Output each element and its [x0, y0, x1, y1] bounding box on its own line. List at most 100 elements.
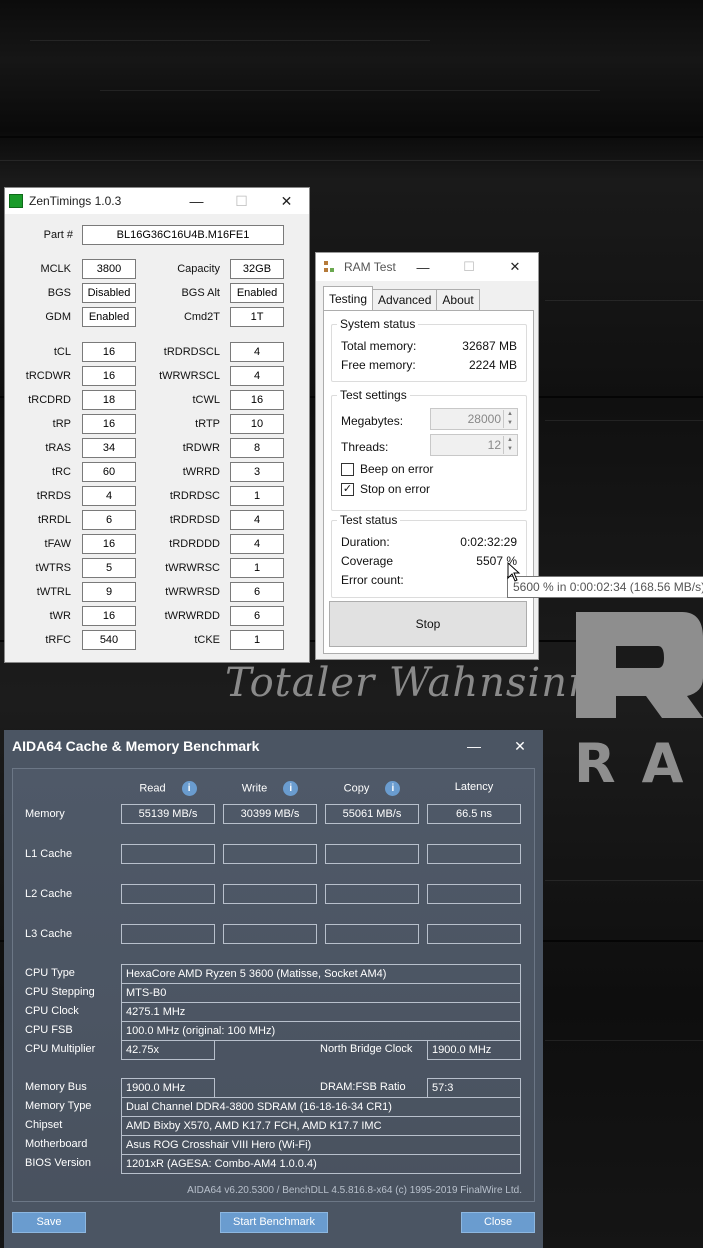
- tab-advanced[interactable]: Advanced: [372, 289, 438, 310]
- timing-value-right[interactable]: 16: [230, 390, 284, 410]
- result-cell: [223, 884, 317, 904]
- minimize-button[interactable]: —: [451, 730, 497, 762]
- timing-value-left[interactable]: 6: [82, 510, 136, 530]
- timing-value-left[interactable]: 9: [82, 582, 136, 602]
- timing-label-left: tRC: [52, 466, 71, 478]
- duration-value: 0:02:32:29: [460, 535, 517, 549]
- result-cell: [325, 924, 419, 944]
- timing-value-left[interactable]: 16: [82, 366, 136, 386]
- timing-value-right[interactable]: 4: [230, 510, 284, 530]
- setting-value-left[interactable]: Enabled: [82, 307, 136, 327]
- spinner-arrows-icon[interactable]: ▲ ▼: [503, 410, 516, 428]
- tab-about[interactable]: About: [436, 289, 480, 310]
- timing-label-left: tRCDWR: [25, 370, 71, 382]
- column-header-read: Read i: [121, 781, 215, 796]
- timing-label-right: tRDRDSC: [169, 490, 220, 502]
- close-button[interactable]: ✕: [492, 253, 538, 281]
- background-wood-grain: [545, 420, 703, 421]
- ramtest-titlebar[interactable]: RAM Test — ☐ ✕: [316, 253, 538, 281]
- brand-logo-letters: RA: [574, 732, 703, 795]
- timing-value-left[interactable]: 18: [82, 390, 136, 410]
- save-button[interactable]: Save: [12, 1212, 86, 1233]
- timing-value-left[interactable]: 34: [82, 438, 136, 458]
- chipset-value: AMD Bixby X570, AMD K17.7 FCH, AMD K17.7…: [121, 1116, 521, 1136]
- watermark-text: Totaler Wahnsinn: [225, 660, 595, 706]
- timing-label-left: tRP: [52, 418, 71, 430]
- timing-value-right[interactable]: 4: [230, 342, 284, 362]
- timing-value-left[interactable]: 60: [82, 462, 136, 482]
- stop-on-error-checkbox[interactable]: ✓: [341, 482, 354, 496]
- timing-value-right[interactable]: 6: [230, 582, 284, 602]
- bios-version-value: 1201xR (AGESA: Combo-AM4 1.0.0.4): [121, 1154, 521, 1174]
- cpu-clock-value: 4275.1 MHz: [121, 1002, 521, 1022]
- close-button[interactable]: ✕: [497, 730, 543, 762]
- start-benchmark-button[interactable]: Start Benchmark: [220, 1212, 328, 1233]
- background-wood-grain: [0, 160, 703, 161]
- column-header-write: Write i: [223, 781, 317, 796]
- megabytes-spinner[interactable]: 28000 ▲ ▼: [430, 408, 518, 430]
- background-wood-grain: [545, 1040, 703, 1041]
- background-plank-line: [0, 136, 703, 138]
- error-count-label: Error count:: [341, 573, 404, 587]
- timing-value-right[interactable]: 6: [230, 606, 284, 626]
- timing-value-right[interactable]: 4: [230, 534, 284, 554]
- cpu-type-label: CPU Type: [25, 967, 75, 979]
- timing-value-right[interactable]: 3: [230, 462, 284, 482]
- cpu-clock-label: CPU Clock: [25, 1005, 79, 1017]
- timing-value-right[interactable]: 10: [230, 414, 284, 434]
- info-icon[interactable]: i: [385, 781, 401, 796]
- timing-value-left[interactable]: 4: [82, 486, 136, 506]
- coverage-row: Coverage 5507 %: [341, 554, 517, 568]
- minimize-button[interactable]: —: [174, 188, 219, 214]
- info-icon[interactable]: i: [283, 781, 299, 796]
- system-status-group: System status Total memory: 32687 MB Fre…: [331, 317, 527, 382]
- timing-label-right: tRDRDSD: [169, 514, 220, 526]
- threads-spinner[interactable]: 12 ▲ ▼: [430, 434, 518, 456]
- motherboard-value: Asus ROG Crosshair VIII Hero (Wi-Fi): [121, 1135, 521, 1155]
- ramtest-window: RAM Test — ☐ ✕ Testing Advanced About Sy…: [315, 252, 539, 660]
- north-bridge-clock-value: 1900.0 MHz: [427, 1040, 521, 1060]
- brand-logo: [576, 612, 703, 718]
- aida64-titlebar[interactable]: AIDA64 Cache & Memory Benchmark — ✕: [4, 730, 543, 762]
- close-button[interactable]: ✕: [264, 188, 309, 214]
- timing-label-right: tWRWRSD: [165, 586, 220, 598]
- setting-value-left[interactable]: 3800: [82, 259, 136, 279]
- timing-value-right[interactable]: 1: [230, 558, 284, 578]
- result-cell: 66.5 ns: [427, 804, 521, 824]
- threads-value: 12: [487, 438, 501, 452]
- timing-value-left[interactable]: 5: [82, 558, 136, 578]
- free-memory-row: Free memory: 2224 MB: [341, 358, 517, 372]
- beep-on-error-option[interactable]: Beep on error: [341, 462, 433, 476]
- spinner-arrows-icon[interactable]: ▲ ▼: [503, 436, 516, 454]
- timing-value-right[interactable]: 1: [230, 486, 284, 506]
- result-cell: 55061 MB/s: [325, 804, 419, 824]
- setting-value-left[interactable]: Disabled: [82, 283, 136, 303]
- timing-value-left[interactable]: 16: [82, 342, 136, 362]
- stop-button[interactable]: Stop: [329, 601, 527, 647]
- close-window-button[interactable]: Close: [461, 1212, 535, 1233]
- timing-label-left: tCL: [53, 346, 71, 358]
- timing-value-left[interactable]: 16: [82, 534, 136, 554]
- megabytes-label: Megabytes:: [341, 414, 404, 428]
- timing-value-left[interactable]: 540: [82, 630, 136, 650]
- group-title: Test settings: [337, 388, 410, 402]
- setting-value-right[interactable]: 32GB: [230, 259, 284, 279]
- motherboard-label: Motherboard: [25, 1138, 88, 1150]
- result-cell: 55139 MB/s: [121, 804, 215, 824]
- timing-value-left[interactable]: 16: [82, 414, 136, 434]
- minimize-button[interactable]: —: [400, 253, 446, 281]
- info-icon[interactable]: i: [181, 781, 197, 796]
- part-number-field[interactable]: BL16G36C16U4B.M16FE1: [82, 225, 284, 245]
- timing-value-right[interactable]: 8: [230, 438, 284, 458]
- tab-testing[interactable]: Testing: [323, 286, 374, 310]
- dram-fsb-ratio-value: 57:3: [427, 1078, 521, 1098]
- zentimings-titlebar[interactable]: ZenTimings 1.0.3 — ☐ ✕: [5, 188, 309, 214]
- timing-value-right[interactable]: 1: [230, 630, 284, 650]
- setting-value-right[interactable]: 1T: [230, 307, 284, 327]
- stop-on-error-option[interactable]: ✓ Stop on error: [341, 482, 430, 496]
- setting-value-right[interactable]: Enabled: [230, 283, 284, 303]
- timing-value-right[interactable]: 4: [230, 366, 284, 386]
- timing-value-left[interactable]: 16: [82, 606, 136, 626]
- beep-on-error-checkbox[interactable]: [341, 462, 354, 476]
- column-header-latency: Latency: [427, 781, 521, 793]
